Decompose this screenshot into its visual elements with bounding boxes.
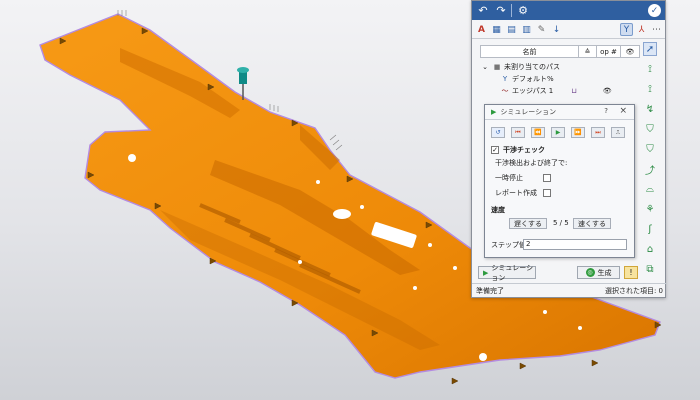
speed-value: 5 / 5: [553, 219, 569, 227]
step-value-input[interactable]: 2: [523, 239, 627, 250]
path-tool-3-icon[interactable]: ↯: [643, 102, 657, 116]
eye-icon[interactable]: 👁: [603, 87, 612, 95]
play-icon: ▶: [483, 268, 489, 277]
tree-row-label: デフォルト%: [512, 74, 554, 83]
undo-icon[interactable]: ↶: [476, 4, 490, 18]
warning-icon[interactable]: !: [624, 266, 638, 279]
col-sort[interactable]: ≙: [579, 46, 597, 57]
tool-icon: ⊔: [571, 86, 577, 95]
speed-heading: 速度: [491, 206, 505, 214]
path-tool-5-icon[interactable]: ⛉: [643, 142, 657, 156]
tree-row-unassigned[interactable]: ⌄ ■ 未割り当てのパス: [480, 61, 560, 72]
path-tool-2-icon[interactable]: ⟟: [643, 82, 657, 96]
simulation-title-bar: ▶ シミュレーション ? ×: [485, 105, 634, 120]
report-label: レポート作成: [495, 189, 537, 197]
side-toolbar: ➚ ⟟ ⟟ ↯ ⛉ ⛉ ⤴ ⌓ ⚘ ʃ ⌂ ⧉: [643, 42, 659, 282]
check-circle-icon[interactable]: ✓: [648, 4, 661, 17]
tree-row-label: 未割り当てのパス: [504, 62, 560, 71]
path-tool-1-icon[interactable]: ⟟: [643, 62, 657, 76]
path-tool-7-icon[interactable]: ⌓: [643, 182, 657, 196]
faster-button[interactable]: 速くする: [573, 218, 611, 229]
generate-icon: ◎: [585, 268, 595, 277]
pause-row: 一時停止: [495, 173, 555, 183]
close-icon[interactable]: ×: [619, 106, 627, 116]
title-separator: [511, 4, 512, 17]
collapse-icon[interactable]: ⌄: [480, 63, 490, 71]
edit-icon[interactable]: ✎: [535, 23, 548, 36]
tree-row-label: エッジパス 1: [512, 86, 554, 95]
image-icon[interactable]: ▦: [490, 23, 503, 36]
generate-button-label: 生成: [597, 268, 612, 277]
panel-title-bar: ↶ ↷ ⚙ ✓: [472, 1, 665, 20]
interference-check-row[interactable]: ✓ 干渉チェック: [491, 145, 545, 155]
slower-button[interactable]: 遅くする: [509, 218, 547, 229]
sort-icon[interactable]: ↓: [550, 23, 563, 36]
simulation-button-label: シミュレーション: [491, 263, 534, 282]
tree-row-edgepath[interactable]: 〜 エッジパス 1 ⊔ 👁: [500, 85, 612, 96]
status-left: 準備完了: [476, 286, 504, 295]
help-icon[interactable]: ?: [604, 107, 608, 115]
filter-small-icon: Y: [502, 74, 508, 83]
report-checkbox[interactable]: [543, 189, 551, 197]
axis-icon[interactable]: ⅄: [635, 23, 648, 36]
report-row: レポート作成: [495, 188, 555, 198]
simulation-title: シミュレーション: [500, 108, 557, 116]
playback-controls: ↺ ⏮ ⏪ ▶ ⏩ ⏭ ⎍: [491, 127, 625, 138]
path-tool-8-icon[interactable]: ⚘: [643, 202, 657, 216]
filter-icon[interactable]: Y: [620, 23, 633, 36]
path-tool-9-icon[interactable]: ʃ: [643, 222, 657, 236]
select-cursor-icon[interactable]: ➚: [643, 42, 657, 56]
folder-icon: ■: [493, 62, 501, 71]
generate-button[interactable]: ◎ 生成: [577, 266, 620, 279]
play-button-icon[interactable]: ▶: [551, 127, 565, 138]
simulation-dialog: ▶ シミュレーション ? × ↺ ⏮ ⏪ ▶ ⏩ ⏭ ⎍ ✓ 干渉チェック 干渉…: [484, 104, 635, 258]
rewind-icon[interactable]: ↺: [491, 127, 505, 138]
fast-back-icon[interactable]: ⏪: [531, 127, 545, 138]
path-tool-11-icon[interactable]: ⧉: [643, 262, 657, 276]
stop-icon[interactable]: ⎍: [611, 127, 625, 138]
toolpath-icon[interactable]: ▥: [520, 23, 533, 36]
tree-row-default[interactable]: Y デフォルト%: [500, 73, 554, 84]
play-icon: ▶: [491, 108, 497, 116]
text-icon[interactable]: A: [475, 23, 488, 36]
step-end-icon[interactable]: ⏭: [591, 127, 605, 138]
pause-checkbox[interactable]: [543, 174, 551, 182]
more-icon[interactable]: ⋯: [650, 23, 663, 36]
interference-checkbox[interactable]: ✓: [491, 146, 499, 154]
col-visibility[interactable]: 👁: [621, 46, 639, 57]
gear-icon[interactable]: ⚙: [516, 4, 530, 18]
edgepath-icon: 〜: [501, 86, 509, 95]
panel-toolbar: A ▦ ▤ ▥ ✎ ↓ Y ⅄ ⋯: [472, 21, 665, 39]
step-back-start-icon[interactable]: ⏮: [511, 127, 525, 138]
path-tool-6-icon[interactable]: ⤴: [643, 162, 657, 177]
path-tool-4-icon[interactable]: ⛉: [643, 122, 657, 136]
redo-icon[interactable]: ↷: [494, 4, 508, 18]
col-name[interactable]: 名前: [481, 46, 579, 57]
status-bar: 準備完了 選択された項目: 0: [472, 283, 667, 297]
tree-header: 名前 ≙ op # 👁: [480, 45, 640, 58]
step-label: ステップ値: [491, 241, 526, 249]
fast-forward-icon[interactable]: ⏩: [571, 127, 585, 138]
image2-icon[interactable]: ▤: [505, 23, 518, 36]
interference-label: 干渉チェック: [503, 146, 545, 154]
check-targets-label: 干渉検出および終了で:: [495, 159, 568, 167]
col-op[interactable]: op #: [597, 46, 621, 57]
pause-label: 一時停止: [495, 174, 523, 182]
simulation-button[interactable]: ▶ シミュレーション: [478, 264, 536, 282]
status-right: 選択された項目: 0: [604, 286, 663, 295]
path-tool-10-icon[interactable]: ⌂: [643, 242, 657, 256]
